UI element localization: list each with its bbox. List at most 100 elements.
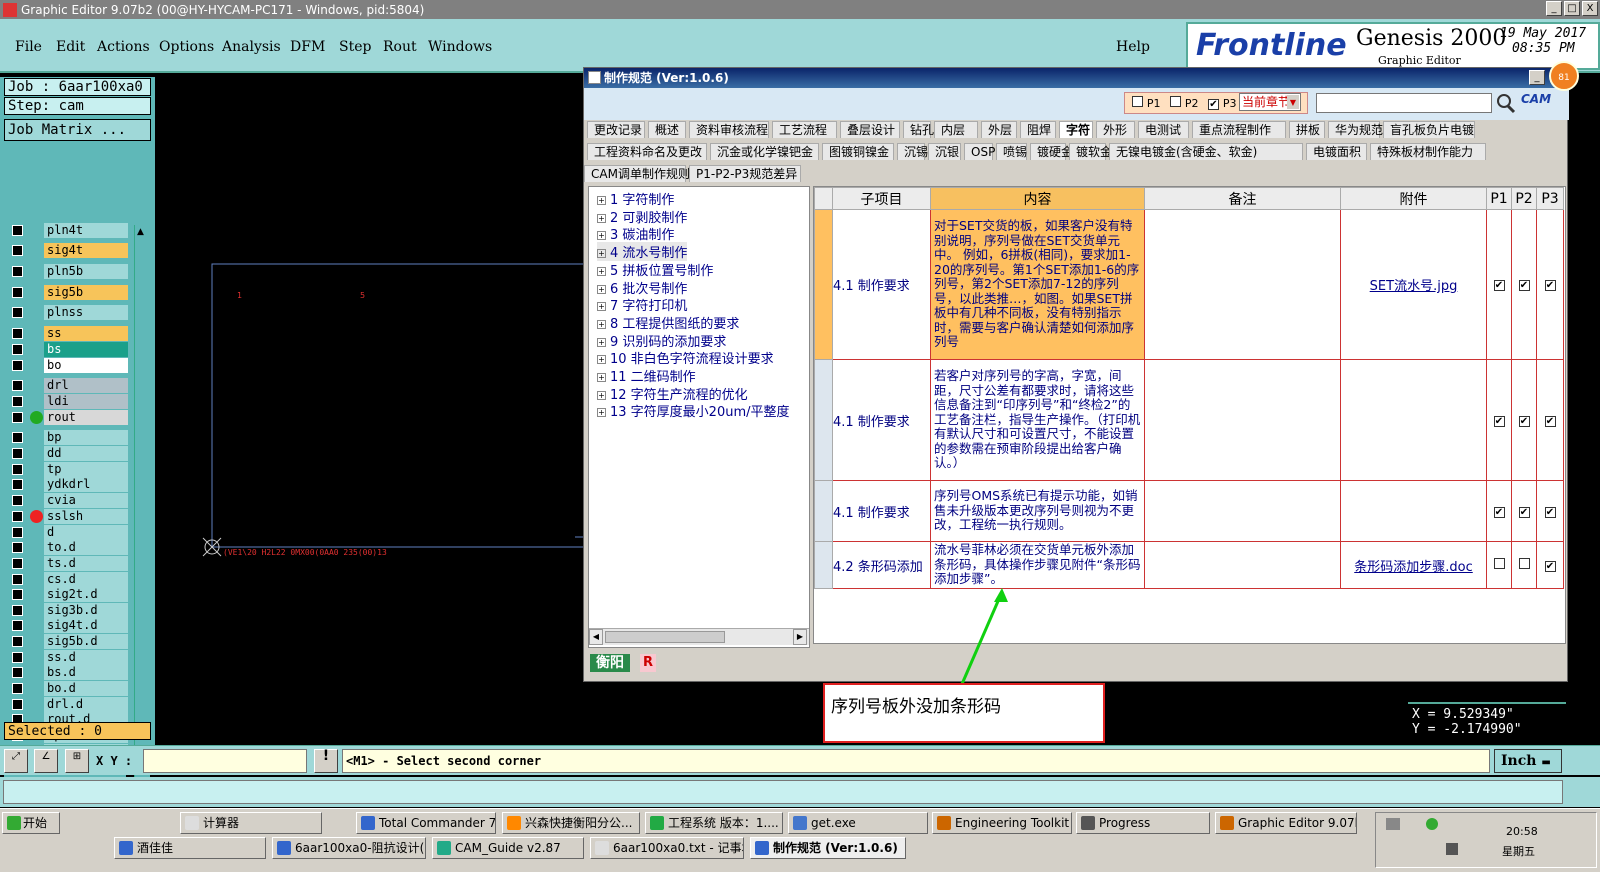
row-header[interactable] [814,480,833,542]
job-matrix-button[interactable]: Job Matrix ... [4,119,151,141]
layer-checkbox[interactable] [12,527,23,538]
row-header[interactable] [814,359,833,481]
expand-icon[interactable]: + [597,302,606,312]
taskbar-button[interactable]: CAM_Guide v2.87 [432,837,584,859]
row-p1-checkbox[interactable]: ✔ [1493,415,1505,427]
tab-item[interactable]: 特殊板材制作能力 [1370,143,1486,160]
menu-edit[interactable]: Edit [56,39,85,55]
tree-item[interactable]: +10 非白色字符流程设计要求 [597,348,774,367]
layer-row[interactable]: bp [8,430,128,445]
tree-item[interactable]: +11 二维码制作 [597,366,696,385]
taskbar-button[interactable]: 6aar100xa0-阻抗设计(... [272,837,426,859]
row-p3-checkbox[interactable]: ✔ [1544,506,1556,518]
tab-item[interactable]: 外层 [981,121,1017,138]
layer-row[interactable]: plnss [8,305,128,320]
tab-item[interactable]: 资料审核流程 [689,121,769,138]
tab-item[interactable]: 图镀铜镍金 [822,143,894,160]
expand-icon[interactable]: + [597,266,606,276]
tab-item[interactable]: 钻孔 [903,121,934,138]
layer-row[interactable]: ss.d [8,650,128,665]
expand-icon[interactable]: + [597,390,606,400]
layer-checkbox[interactable] [12,558,23,569]
tab-item[interactable]: 华为规范 [1328,121,1383,138]
layer-row[interactable]: drl [8,378,128,393]
tab-item[interactable]: 电镀面积 [1306,143,1367,160]
layer-row[interactable]: ts.d [8,556,128,571]
tree-item[interactable]: +9 识别码的添加要求 [597,331,726,350]
layer-row[interactable]: ss [8,326,128,341]
alert-icon[interactable]: ! [314,749,338,773]
tab-item[interactable]: 工艺流程 [772,121,837,138]
table-row[interactable]: 4.2 条形码添加 流水号菲林必须在交货单元板外添加条形码，具体操作步骤见附件“条… [814,541,1564,589]
layer-checkbox[interactable] [12,479,23,490]
layer-row[interactable]: cs.d [8,572,128,587]
attachment-link[interactable]: 条形码添加步骤.doc [1354,560,1473,575]
tab-item[interactable]: 叠层设计 [840,121,900,138]
tab-item[interactable]: 阻焊 [1020,121,1056,138]
layer-checkbox[interactable] [12,699,23,710]
taskbar-button[interactable]: Total Commander 7.0... [356,812,496,834]
layer-row[interactable]: sig2t.d [8,587,128,602]
zoom-fit-icon[interactable]: ⤢ [4,749,28,773]
tab-item[interactable]: 沉银 [928,143,961,160]
col-p2[interactable]: P2 [1511,187,1537,210]
expand-icon[interactable]: + [597,196,606,205]
tab-item[interactable]: 内层 [934,121,978,138]
layer-checkbox[interactable] [12,380,23,391]
maximize-button[interactable]: □ [1564,1,1580,16]
expand-icon[interactable]: + [597,337,606,347]
menu-file[interactable]: File [15,39,42,55]
menu-help[interactable]: Help [1116,39,1150,55]
filter-p2-checkbox[interactable]: P2 [1170,96,1198,110]
layer-scrollbar[interactable]: ▲ ▼ [134,225,150,791]
row-p3-checkbox[interactable]: ✔ [1544,415,1556,427]
tab-item[interactable]: 喷锡 [996,143,1027,160]
layer-row[interactable]: to.d [8,540,128,555]
layer-checkbox[interactable] [12,225,23,236]
col-attach[interactable]: 附件 [1340,187,1487,210]
layer-row[interactable]: ldi [8,394,128,409]
row-p1-checkbox[interactable] [1493,557,1505,569]
layer-row[interactable]: rout [8,410,128,425]
tab-item[interactable]: P1-P2-P3规范差异 [689,165,801,182]
close-button[interactable]: X [1582,1,1598,16]
layer-checkbox[interactable] [12,605,23,616]
search-icon[interactable] [1496,92,1516,114]
tab-item[interactable]: 沉金或化学镍钯金 [710,143,819,160]
layer-checkbox[interactable] [12,432,23,443]
layer-row[interactable]: dd [8,446,128,461]
layer-checkbox[interactable] [12,448,23,459]
tray-network-icon[interactable] [1386,818,1400,830]
taskbar-button[interactable]: 计算器 [180,812,322,834]
expand-icon[interactable]: + [597,373,606,382]
tab-item[interactable]: 镀硬金 [1030,143,1073,160]
expand-icon[interactable]: + [597,408,606,418]
layer-row[interactable]: sig4t.d [8,618,128,633]
tree-item[interactable]: +7 字符打印机 [597,295,687,314]
row-p3-checkbox[interactable]: ✔ [1544,280,1556,291]
scope-select[interactable]: 当前章节 ▼ [1239,93,1301,111]
tree-item[interactable]: +2 可剥胶制作 [597,207,687,226]
row-p1-checkbox[interactable]: ✔ [1493,280,1505,291]
col-content[interactable]: 内容 [930,187,1145,210]
tab-item[interactable]: 更改记录 [587,121,645,138]
tab-item[interactable]: 镀软金 [1069,143,1112,160]
table-row[interactable]: 4.1 制作要求 若客户对序列号的字高，字宽，间距，尺寸公差有都要求时，请将这些信… [814,359,1564,481]
search-input[interactable] [1316,93,1492,113]
layer-checkbox[interactable] [12,542,23,553]
menu-actions[interactable]: Actions [97,39,150,55]
layer-checkbox[interactable] [12,307,23,318]
expand-icon[interactable]: + [597,213,606,223]
tab-item[interactable]: OSP [964,143,995,160]
grid-snap-icon[interactable]: ⊞ [65,749,89,773]
col-p3[interactable]: P3 [1536,187,1564,210]
layer-checkbox[interactable] [12,464,23,475]
layer-checkbox[interactable] [12,360,23,371]
units-button[interactable]: Inch ▬ [1494,749,1562,773]
tree-item[interactable]: +5 拼板位置号制作 [597,260,713,279]
row-header[interactable] [814,209,833,360]
layer-row[interactable]: d [8,525,128,540]
tab-item[interactable]: 盲孔板负片电镀 [1383,121,1475,138]
taskbar-button[interactable]: 工程系统 版本：1.... [645,812,783,834]
tray-shield-icon[interactable] [1426,818,1438,830]
